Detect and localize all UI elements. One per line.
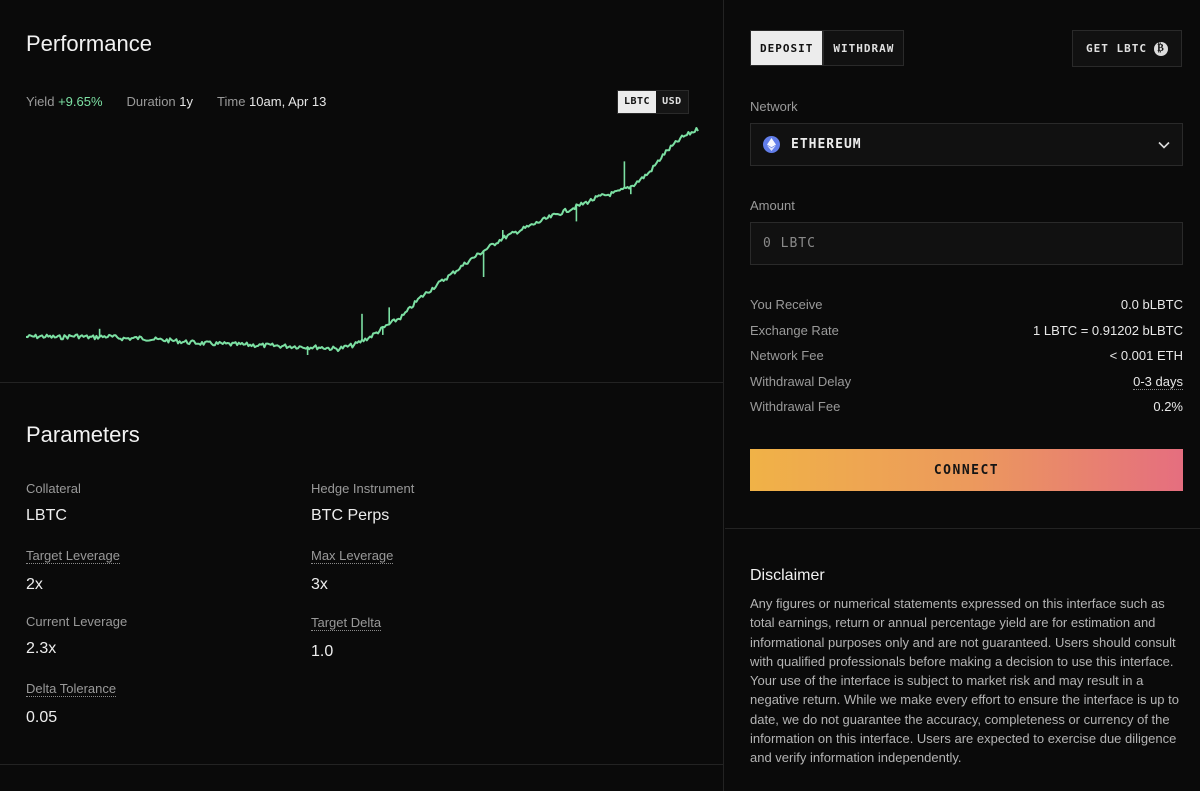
deposit-form: DEPOSIT WITHDRAW GET LBTC ₿ Network ETHE… <box>725 0 1200 529</box>
summary-value: 1 LBTC = 0.91202 bLBTC <box>1033 323 1183 338</box>
time-stat: Time 10am, Apr 13 <box>217 94 326 109</box>
performance-chart <box>26 127 699 355</box>
param-label: Current Leverage <box>26 614 128 629</box>
summary-row-withdrawal-fee: Withdrawal Fee 0.2% <box>750 399 1183 414</box>
chevron-down-icon <box>1158 136 1170 154</box>
get-lbtc-button[interactable]: GET LBTC ₿ <box>1072 30 1182 67</box>
bitcoin-icon: ₿ <box>1153 41 1168 56</box>
disclaimer-section: Disclaimer Any figures or numerical stat… <box>750 567 1190 768</box>
disclaimer-title: Disclaimer <box>750 567 825 584</box>
parameters-title: Parameters <box>26 422 140 447</box>
summary-label: Withdrawal Fee <box>750 399 841 414</box>
param-hedge-instrument: Hedge Instrument BTC Perps <box>311 481 414 525</box>
param-target-leverage: Target Leverage 2x <box>26 547 120 594</box>
summary-label: Network Fee <box>750 348 824 363</box>
yield-stat: Yield +9.65% <box>26 94 103 109</box>
time-label: Time <box>217 94 246 109</box>
param-value: 2.3x <box>26 640 57 657</box>
param-value: 0.05 <box>26 709 58 726</box>
get-lbtc-label: GET LBTC <box>1086 42 1147 55</box>
network-select[interactable]: ETHEREUM <box>750 123 1183 166</box>
unit-toggle-lbtc[interactable]: LBTC <box>618 91 657 113</box>
performance-section: Performance Yield +9.65% Duration 1y Tim… <box>0 0 724 383</box>
param-value: LBTC <box>26 507 67 524</box>
performance-stats: Yield +9.65% Duration 1y Time 10am, Apr … <box>26 94 326 109</box>
summary-row-withdrawal-delay: Withdrawal Delay 0-3 days <box>750 374 1183 390</box>
param-target-delta: Target Delta 1.0 <box>311 614 382 661</box>
left-panel: Performance Yield +9.65% Duration 1y Tim… <box>0 0 724 791</box>
tab-withdraw[interactable]: WITHDRAW <box>823 30 905 66</box>
param-label-tooltip[interactable]: Target Leverage <box>26 548 120 564</box>
unit-toggle-usd[interactable]: USD <box>656 91 688 113</box>
time-value: 10am, Apr 13 <box>249 94 327 109</box>
param-label: Collateral <box>26 481 81 496</box>
network-label: Network <box>750 99 798 114</box>
network-value: ETHEREUM <box>791 137 862 152</box>
summary-value: 0.2% <box>1153 399 1183 414</box>
summary-label: You Receive <box>750 297 823 312</box>
parameters-section: Parameters Collateral LBTC Hedge Instrum… <box>0 384 724 765</box>
duration-label: Duration <box>126 94 176 109</box>
param-value: 3x <box>311 576 328 593</box>
param-value: BTC Perps <box>311 507 390 524</box>
duration-value: 1y <box>179 94 194 109</box>
ethereum-icon <box>763 136 780 153</box>
summary-value-tooltip[interactable]: 0-3 days <box>1133 374 1183 390</box>
param-collateral: Collateral LBTC <box>26 481 81 525</box>
connect-button[interactable]: CONNECT <box>750 449 1183 491</box>
param-label-tooltip[interactable]: Delta Tolerance <box>26 681 117 697</box>
param-max-leverage: Max Leverage 3x <box>311 547 394 594</box>
yield-label: Yield <box>26 94 55 109</box>
summary-label: Withdrawal Delay <box>750 374 852 389</box>
disclaimer-text: Any figures or numerical statements expr… <box>750 596 1179 766</box>
param-label-tooltip[interactable]: Target Delta <box>311 615 382 631</box>
summary-row-you-receive: You Receive 0.0 bLBTC <box>750 297 1183 312</box>
param-delta-tolerance: Delta Tolerance 0.05 <box>26 680 117 727</box>
param-current-leverage: Current Leverage 2.3x <box>26 614 127 658</box>
summary-value: < 0.001 ETH <box>1109 348 1183 363</box>
param-label-tooltip[interactable]: Max Leverage <box>311 548 394 564</box>
param-value: 1.0 <box>311 643 334 660</box>
summary-row-exchange-rate: Exchange Rate 1 LBTC = 0.91202 bLBTC <box>750 323 1183 338</box>
action-tabs: DEPOSIT WITHDRAW <box>750 30 905 66</box>
yield-value: +9.65% <box>58 94 103 109</box>
performance-title: Performance <box>26 31 152 56</box>
param-label: Hedge Instrument <box>311 481 415 496</box>
amount-label: Amount <box>750 198 795 213</box>
param-value: 2x <box>26 576 43 593</box>
summary-row-network-fee: Network Fee < 0.001 ETH <box>750 348 1183 363</box>
unit-toggle: LBTC USD <box>617 90 689 114</box>
tab-deposit[interactable]: DEPOSIT <box>750 30 824 66</box>
duration-stat: Duration 1y <box>127 94 194 109</box>
summary-label: Exchange Rate <box>750 323 839 338</box>
amount-input[interactable] <box>750 222 1183 265</box>
summary-value: 0.0 bLBTC <box>1120 297 1183 312</box>
right-panel: DEPOSIT WITHDRAW GET LBTC ₿ Network ETHE… <box>725 0 1200 791</box>
